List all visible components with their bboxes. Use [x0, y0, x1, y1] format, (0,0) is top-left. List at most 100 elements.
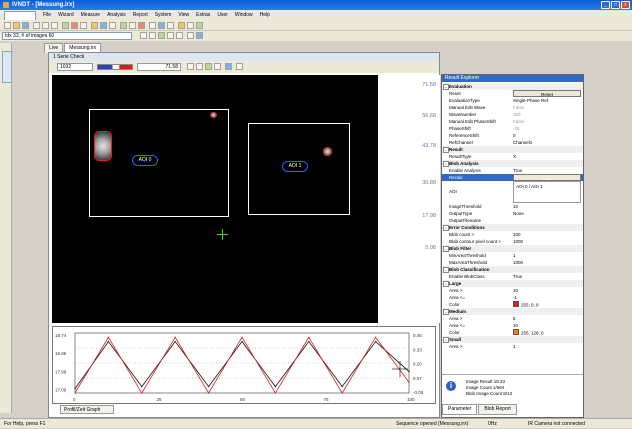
tab-parameter[interactable]: Parameter: [442, 404, 478, 415]
menu-file[interactable]: File: [40, 12, 54, 18]
property-value[interactable]: Channel1: [513, 139, 581, 146]
menu-view[interactable]: View: [175, 12, 192, 18]
crosshair-icon[interactable]: [217, 229, 228, 240]
property-row[interactable]: PhaseShift -25: [442, 125, 583, 132]
property-row[interactable]: OutputFilename: [442, 217, 583, 224]
image-index-field[interactable]: Idx 33, # of images 60: [2, 32, 132, 40]
profile-graph[interactable]: 19.74 18.86 17.98 17.09 0.46 0.33 0.20 0.07 -0.0…: [52, 326, 436, 404]
property-section[interactable]: - Blob Classification: [442, 266, 583, 273]
property-row[interactable]: Blob contour pixel count > 1000: [442, 238, 583, 245]
menu-window[interactable]: Window: [232, 12, 256, 18]
temperature-field[interactable]: 71.58: [137, 63, 181, 71]
property-row[interactable]: Enable BlobClass True: [442, 273, 583, 280]
layout-icon[interactable]: [236, 63, 243, 70]
aoi-checklist[interactable]: AOI 0 / AOI 1: [516, 184, 543, 189]
property-row[interactable]: ResultType X: [442, 153, 583, 160]
maximize-button[interactable]: □: [611, 1, 620, 9]
minimize-button[interactable]: _: [601, 1, 610, 9]
property-row[interactable]: ReferenceShift 0: [442, 132, 583, 139]
new-icon[interactable]: [4, 22, 11, 29]
property-row[interactable]: Area > 1: [442, 343, 583, 350]
property-row[interactable]: EvaluationType Single-Phase Ref.: [442, 97, 583, 104]
property-section[interactable]: - Result: [442, 146, 583, 153]
menu-system[interactable]: System: [152, 12, 175, 18]
property-section[interactable]: - Blob Filter: [442, 245, 583, 252]
property-row[interactable]: Color 255; 128; 0: [442, 329, 583, 336]
property-button[interactable]: Reset: [513, 90, 581, 97]
next-icon[interactable]: [167, 32, 174, 39]
property-button[interactable]: Calc: [513, 174, 581, 181]
play-icon[interactable]: [120, 22, 127, 29]
last-icon[interactable]: [176, 32, 183, 39]
property-value[interactable]: Single-Phase Ref.: [513, 97, 581, 104]
property-section[interactable]: - Medium: [442, 308, 583, 315]
property-value[interactable]: 100: [513, 111, 581, 118]
record-icon[interactable]: [71, 22, 78, 29]
save-icon[interactable]: [22, 22, 29, 29]
property-row[interactable]: ImageThreshold 10: [442, 203, 583, 210]
property-row[interactable]: Manual Edit PhaseShift False: [442, 118, 583, 125]
cursor-icon[interactable]: [167, 22, 174, 29]
copy-icon[interactable]: [42, 22, 49, 29]
property-value[interactable]: 1: [513, 252, 581, 259]
property-value[interactable]: 10: [513, 203, 581, 210]
property-value[interactable]: 255; 0; 0: [513, 301, 581, 308]
property-section[interactable]: - Evaluation: [442, 83, 583, 90]
property-section[interactable]: - Large: [442, 280, 583, 287]
menu-user[interactable]: User: [214, 12, 231, 18]
property-row[interactable]: Area > 5: [442, 315, 583, 322]
chart-icon[interactable]: [196, 22, 203, 29]
property-value[interactable]: False: [513, 104, 581, 111]
property-value[interactable]: False: [513, 118, 581, 125]
paste-icon[interactable]: [51, 22, 58, 29]
property-row[interactable]: Color 255; 0; 0: [442, 301, 583, 308]
play-sequence-icon[interactable]: [158, 32, 165, 39]
camera-icon[interactable]: [62, 22, 69, 29]
pause-icon[interactable]: [129, 22, 136, 29]
property-row[interactable]: RefChannel Channel1: [442, 139, 583, 146]
property-value[interactable]: 1000: [513, 259, 581, 266]
measure-tool-icon[interactable]: [205, 63, 212, 70]
zoom-icon[interactable]: [100, 22, 107, 29]
property-value[interactable]: 1000: [513, 238, 581, 245]
settings-icon[interactable]: [80, 22, 87, 29]
property-value[interactable]: 1: [513, 343, 581, 350]
folder-icon[interactable]: [91, 22, 98, 29]
report-icon[interactable]: [178, 22, 185, 29]
loop-icon[interactable]: [187, 32, 194, 39]
property-row[interactable]: Area > 10: [442, 287, 583, 294]
timer-icon[interactable]: [196, 32, 203, 39]
stop-icon[interactable]: [138, 22, 145, 29]
tab-profile-graph[interactable]: Profil/Zeit Graph: [60, 405, 114, 414]
property-section[interactable]: - Small: [442, 336, 583, 343]
palette-bar[interactable]: [97, 64, 133, 70]
property-row[interactable]: Recalc Calc: [442, 174, 583, 181]
menu-wizard[interactable]: Wizard: [55, 12, 77, 18]
menu-help[interactable]: Help: [257, 12, 273, 18]
open-icon[interactable]: [13, 22, 20, 29]
save-image-icon[interactable]: [225, 63, 232, 70]
property-row[interactable]: MaxAreaThreshold 1000: [442, 259, 583, 266]
property-value[interactable]: 10: [513, 287, 581, 294]
help-icon[interactable]: [158, 22, 165, 29]
property-value[interactable]: None: [513, 210, 581, 217]
sidebar-tab[interactable]: [2, 51, 12, 83]
property-row[interactable]: AOI AOI 0 / AOI 1: [442, 181, 583, 203]
property-section[interactable]: - Error Conditions: [442, 224, 583, 231]
property-value[interactable]: AOI 0 / AOI 1: [513, 181, 581, 203]
property-value[interactable]: -25: [513, 125, 581, 132]
roi-tool-icon[interactable]: [196, 63, 203, 70]
property-value[interactable]: 100: [513, 231, 581, 238]
property-row[interactable]: Enable Analysis True: [442, 167, 583, 174]
menu-report[interactable]: Report: [130, 12, 151, 18]
property-row[interactable]: WaveNumber 100: [442, 111, 583, 118]
property-section[interactable]: - Blob Analysis: [442, 160, 583, 167]
property-row[interactable]: Blob count > 100: [442, 231, 583, 238]
analysis-icon[interactable]: [187, 22, 194, 29]
zoom-tool-icon[interactable]: [214, 63, 221, 70]
grid-icon[interactable]: [109, 22, 116, 29]
tab-blob-report[interactable]: Blob Report: [478, 404, 517, 415]
property-row[interactable]: Reset Reset: [442, 90, 583, 97]
property-row[interactable]: Manual Edit Wave False: [442, 104, 583, 111]
property-value[interactable]: [513, 217, 581, 224]
